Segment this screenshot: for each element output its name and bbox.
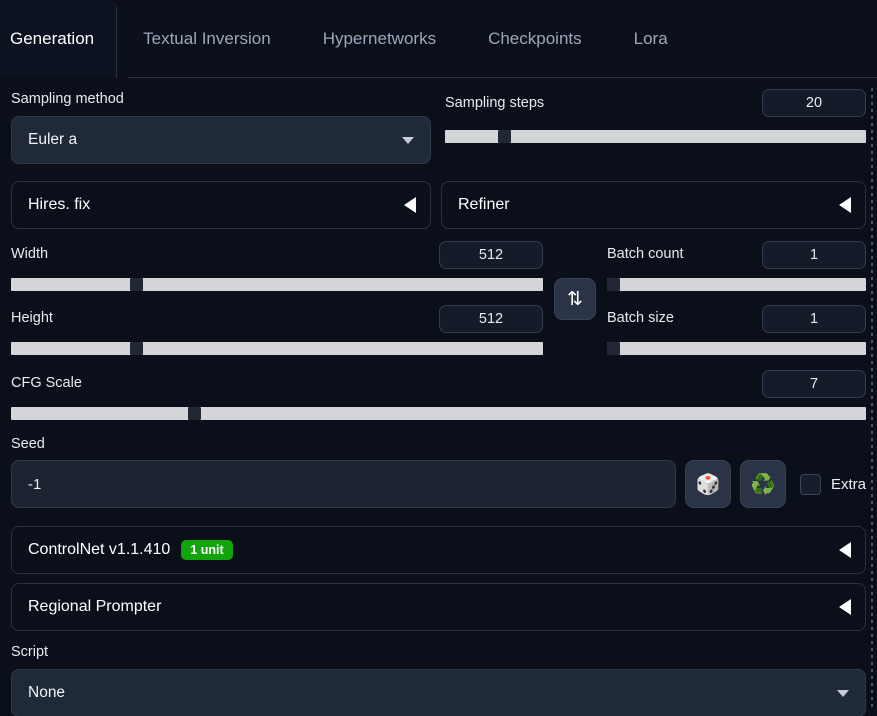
batch-size-value: 1 bbox=[809, 310, 819, 327]
batch-size-header: Batch size 1 bbox=[607, 304, 866, 333]
sampling-method-label: Sampling method bbox=[11, 91, 124, 107]
height-label: Height bbox=[11, 310, 53, 327]
width-slider-thumb[interactable] bbox=[130, 277, 144, 291]
height-slider[interactable] bbox=[11, 341, 543, 355]
tab-checkpoints[interactable]: Checkpoints bbox=[462, 0, 608, 78]
batch-count-group: Batch count 1 bbox=[607, 240, 866, 291]
width-label: Width bbox=[11, 246, 49, 263]
controlnet-unit-badge: 1 unit bbox=[181, 539, 233, 561]
batch-group: Batch count 1 Batch size 1 bbox=[607, 240, 866, 355]
refiner-accordion[interactable]: Refiner bbox=[441, 180, 866, 229]
generation-settings-panel: Sampling method Euler a Sampling steps 2… bbox=[0, 89, 877, 716]
cfg-scale-numberbox[interactable]: 7 bbox=[762, 369, 866, 398]
controlnet-label: ControlNet v1.1.410 bbox=[28, 541, 171, 558]
recycle-icon: ♻️ bbox=[750, 473, 776, 496]
regional-prompter-accordion[interactable]: Regional Prompter bbox=[11, 583, 866, 631]
cfg-scale-value: 7 bbox=[809, 375, 819, 392]
swap-button-wrap: ⇅ bbox=[543, 244, 607, 355]
batch-count-slider[interactable] bbox=[607, 277, 866, 291]
random-seed-button[interactable]: 🎲 bbox=[684, 460, 731, 508]
batch-size-numberbox[interactable]: 1 bbox=[762, 304, 866, 333]
tab-lora-label: Lora bbox=[633, 29, 668, 48]
regional-prompter-label: Regional Prompter bbox=[28, 598, 162, 615]
width-value: 512 bbox=[478, 246, 504, 263]
chevron-left-icon bbox=[404, 196, 416, 213]
batch-count-value: 1 bbox=[809, 246, 819, 263]
sampling-method-group: Sampling method Euler a bbox=[11, 92, 431, 164]
cfg-scale-header: CFG Scale 7 bbox=[11, 369, 866, 398]
swap-vertical-icon: ⇅ bbox=[567, 288, 583, 310]
controlnet-accordion[interactable]: ControlNet v1.1.410 1 unit bbox=[11, 526, 866, 574]
sampling-steps-slider[interactable] bbox=[445, 130, 866, 143]
seed-label: Seed bbox=[11, 435, 45, 452]
cfg-scale-group: CFG Scale 7 bbox=[11, 369, 866, 420]
height-group: Height 512 bbox=[11, 304, 543, 355]
reuse-seed-button[interactable]: ♻️ bbox=[739, 460, 786, 508]
sampling-steps-header: Sampling steps 20 bbox=[445, 89, 866, 117]
script-group: Script None bbox=[11, 645, 866, 716]
tab-hypernetworks[interactable]: Hypernetworks bbox=[297, 0, 462, 78]
height-header: Height 512 bbox=[11, 304, 543, 333]
stable-diffusion-generation-panel: Generation Textual Inversion Hypernetwor… bbox=[0, 0, 877, 716]
seed-row: -1 🎲 ♻️ Extra bbox=[11, 460, 866, 508]
hires-fix-accordion[interactable]: Hires. fix bbox=[11, 180, 431, 229]
sampling-steps-slider-thumb[interactable] bbox=[498, 130, 512, 143]
width-numberbox[interactable]: 512 bbox=[439, 240, 543, 269]
extra-checkbox[interactable] bbox=[799, 473, 821, 495]
seed-value: -1 bbox=[28, 475, 42, 493]
sampling-steps-numberbox[interactable]: 20 bbox=[762, 89, 866, 117]
cfg-scale-slider-thumb[interactable] bbox=[187, 406, 201, 420]
refiner-label: Refiner bbox=[458, 195, 510, 213]
batch-size-label: Batch size bbox=[607, 310, 674, 327]
tab-textual-inversion-label: Textual Inversion bbox=[143, 29, 271, 48]
sampling-method-value: Euler a bbox=[28, 130, 78, 148]
height-slider-thumb[interactable] bbox=[130, 341, 144, 355]
tab-textual-inversion[interactable]: Textual Inversion bbox=[117, 0, 297, 78]
extra-seed-toggle[interactable]: Extra bbox=[799, 473, 866, 495]
tab-checkpoints-label: Checkpoints bbox=[488, 29, 582, 48]
chevron-left-icon bbox=[839, 196, 851, 213]
column-resize-handle[interactable] bbox=[871, 88, 873, 708]
sampling-steps-group: Sampling steps 20 bbox=[441, 89, 866, 164]
height-value: 512 bbox=[478, 310, 504, 327]
swap-dimensions-button[interactable]: ⇅ bbox=[554, 278, 596, 320]
batch-size-group: Batch size 1 bbox=[607, 304, 866, 355]
chevron-left-icon bbox=[839, 599, 851, 615]
tab-lora[interactable]: Lora bbox=[608, 0, 694, 78]
sampling-row: Sampling method Euler a Sampling steps 2… bbox=[11, 89, 866, 164]
cfg-scale-slider[interactable] bbox=[11, 406, 866, 420]
tab-bar: Generation Textual Inversion Hypernetwor… bbox=[0, 0, 877, 78]
dimensions-batch-row: Width 512 Height 512 ⇅ Batch count 1 Bat… bbox=[11, 240, 866, 355]
seed-group: Seed -1 🎲 ♻️ Extra bbox=[11, 435, 866, 508]
width-slider[interactable] bbox=[11, 277, 543, 291]
chevron-left-icon bbox=[839, 542, 851, 558]
script-label: Script bbox=[11, 644, 49, 660]
batch-count-numberbox[interactable]: 1 bbox=[762, 240, 866, 269]
tab-generation-label: Generation bbox=[10, 28, 95, 48]
sampling-method-dropdown[interactable]: Euler a bbox=[11, 115, 431, 164]
hires-refiner-row: Hires. fix Refiner bbox=[11, 180, 866, 229]
dimensions-group: Width 512 Height 512 bbox=[11, 240, 543, 355]
batch-count-header: Batch count 1 bbox=[607, 240, 866, 269]
width-header: Width 512 bbox=[11, 240, 543, 269]
batch-count-label: Batch count bbox=[607, 246, 684, 263]
seed-input[interactable]: -1 bbox=[11, 460, 676, 508]
tab-hypernetworks-label: Hypernetworks bbox=[322, 29, 437, 48]
tab-generation[interactable]: Generation bbox=[0, 0, 118, 78]
hires-fix-label: Hires. fix bbox=[28, 195, 91, 213]
width-group: Width 512 bbox=[11, 240, 543, 291]
batch-size-slider[interactable] bbox=[607, 341, 866, 355]
script-dropdown[interactable]: None bbox=[11, 668, 866, 716]
dice-icon: 🎲 bbox=[695, 473, 721, 496]
extra-label: Extra bbox=[830, 475, 866, 493]
batch-size-slider-thumb[interactable] bbox=[607, 341, 620, 355]
height-numberbox[interactable]: 512 bbox=[439, 304, 543, 333]
sampling-steps-label: Sampling steps bbox=[445, 94, 545, 111]
cfg-scale-label: CFG Scale bbox=[11, 375, 82, 392]
batch-count-slider-thumb[interactable] bbox=[607, 277, 620, 291]
chevron-down-icon bbox=[402, 136, 414, 144]
script-value: None bbox=[28, 683, 66, 701]
sampling-steps-value: 20 bbox=[805, 95, 823, 111]
chevron-down-icon bbox=[837, 689, 849, 697]
